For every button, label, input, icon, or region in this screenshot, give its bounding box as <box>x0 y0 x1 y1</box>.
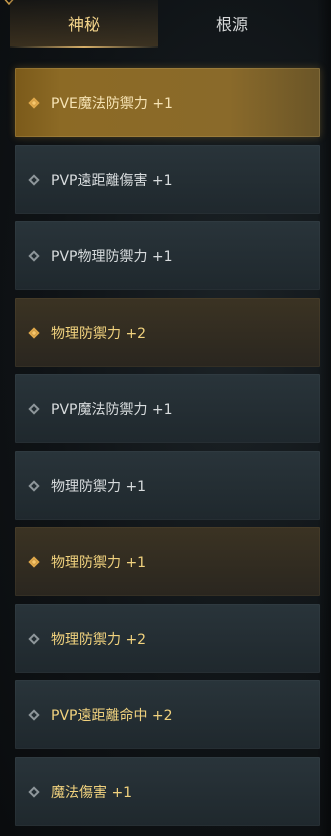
diamond-icon <box>28 326 40 339</box>
diamond-icon <box>28 632 40 645</box>
stat-item[interactable]: 物理防禦力 +1 <box>15 527 320 596</box>
diamond-icon <box>28 96 40 109</box>
tab-origin[interactable]: 根源 <box>158 0 306 46</box>
stat-label: PVP遠距離命中 +2 <box>51 707 173 724</box>
stat-item[interactable]: 物理防禦力 +1 <box>15 451 320 520</box>
stat-label: 物理防禦力 +1 <box>51 478 147 495</box>
stat-item[interactable]: 物理防禦力 +2 <box>15 604 320 673</box>
tab-bar: 神秘 根源 <box>0 0 331 50</box>
stat-label: PVP魔法防禦力 +1 <box>51 401 173 418</box>
stat-item[interactable]: PVP物理防禦力 +1 <box>15 221 320 290</box>
stat-label: PVP遠距離傷害 +1 <box>51 172 173 189</box>
stat-label: 物理防禦力 +2 <box>51 631 147 648</box>
diamond-icon <box>28 708 40 721</box>
stat-label: 物理防禦力 +2 <box>51 325 147 342</box>
stat-item[interactable]: 物理防禦力 +2 <box>15 298 320 367</box>
stat-label: PVP物理防禦力 +1 <box>51 248 173 265</box>
diamond-icon <box>28 249 40 262</box>
stat-label: 物理防禦力 +1 <box>51 554 147 571</box>
tab-mystic[interactable]: 神秘 <box>10 0 158 48</box>
stat-item[interactable]: PVP遠距離命中 +2 <box>15 680 320 749</box>
stat-label: PVE魔法防禦力 +1 <box>51 95 173 112</box>
diamond-icon <box>28 479 40 492</box>
diamond-icon <box>28 173 40 186</box>
diamond-icon <box>28 785 40 798</box>
stat-item[interactable]: 魔法傷害 +1 <box>15 757 320 826</box>
stat-item[interactable]: PVP魔法防禦力 +1 <box>15 374 320 443</box>
diamond-icon <box>28 555 40 568</box>
stat-item[interactable]: PVP遠距離傷害 +1 <box>15 145 320 214</box>
stat-label: 魔法傷害 +1 <box>51 784 133 801</box>
diamond-icon <box>28 402 40 415</box>
stat-item[interactable]: PVE魔法防禦力 +1 <box>15 68 320 137</box>
